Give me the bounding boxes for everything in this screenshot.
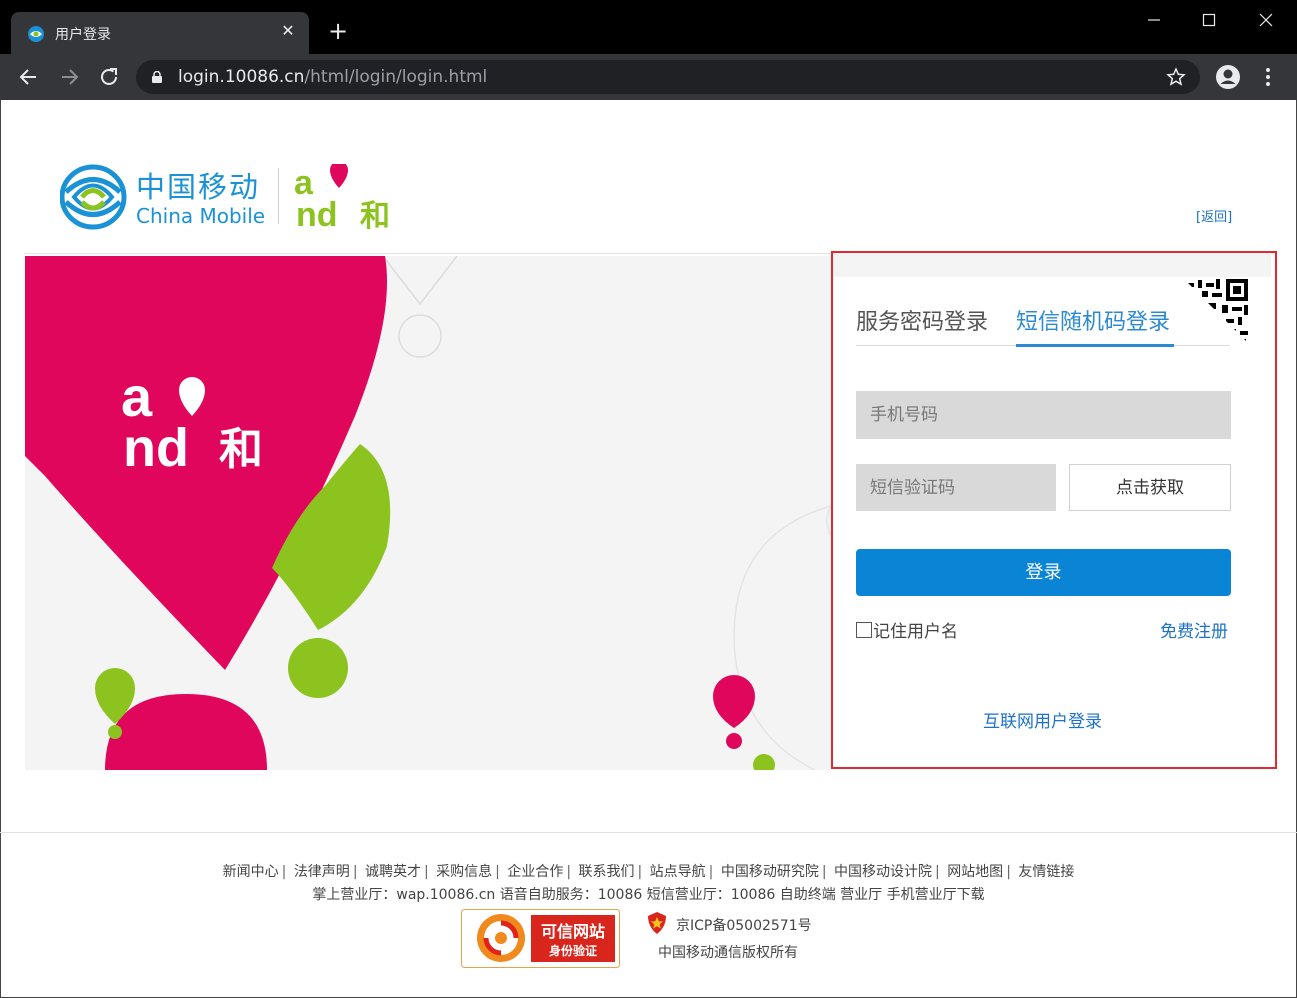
footer-link-design[interactable]: 中国移动设计院 <box>834 864 932 880</box>
banner-small-green-dot <box>108 725 122 739</box>
bookmark-star-icon[interactable] <box>1166 67 1186 87</box>
banner-small-pink-dot <box>726 733 742 749</box>
footer-link-research[interactable]: 中国移动研究院 <box>721 864 819 880</box>
forward-arrow-icon[interactable] <box>56 64 82 90</box>
china-mobile-logo-icon <box>60 164 127 230</box>
new-tab-button[interactable]: + <box>326 19 350 43</box>
browser-tab[interactable]: 用户登录 ✕ <box>11 12 309 54</box>
logo-divider <box>278 168 279 224</box>
banner-illustration: a nd 和 <box>25 256 831 770</box>
banner-deco-ring <box>398 314 442 358</box>
promo-banner: a nd 和 <box>25 256 831 770</box>
banner-he-text: 和 <box>219 424 263 475</box>
footer-links: 新闻中心 | 法律声明 | 诚聘英才 | 采购信息 | 企业合作 | 联系我们 | 站点导航… <box>222 864 1075 880</box>
browser-menu-icon[interactable] <box>1258 64 1278 90</box>
lock-icon <box>152 71 162 83</box>
copyright-text: 中国移动通信版权所有 <box>658 945 798 961</box>
free-register-link[interactable]: 免费注册 <box>1160 617 1228 642</box>
logo-chinese-text: 中国移动 <box>136 170 261 204</box>
remember-username[interactable]: 记住用户名 <box>856 617 958 642</box>
remember-checkbox[interactable] <box>856 622 872 638</box>
banner-small-pink-pin <box>713 675 755 728</box>
banner-green-circle <box>288 638 348 698</box>
sms-code-input[interactable] <box>856 464 1056 511</box>
footer-link-friends[interactable]: 友情链接 <box>1018 864 1074 880</box>
logo-english-text: China Mobile <box>136 204 266 228</box>
reload-icon[interactable] <box>96 64 122 90</box>
url-host: login.10086.cn <box>178 67 305 87</box>
browser-titlebar: 用户登录 ✕ + <box>0 0 1297 54</box>
tab-sms-login[interactable]: 短信随机码登录 <box>1016 304 1170 336</box>
brand-and-text-bottom: nd <box>296 196 338 230</box>
phone-number-input[interactable] <box>856 391 1231 439</box>
tab-title: 用户登录 <box>55 27 111 43</box>
footer-link-contact[interactable]: 联系我们 <box>579 864 635 880</box>
qr-code-icon[interactable] <box>1182 277 1250 345</box>
icp-license[interactable]: 京ICP备05002571号 <box>676 915 812 935</box>
banner-deco-chevron <box>382 256 458 306</box>
trust-badge-line2: 身份验证 <box>549 943 597 958</box>
window-close-icon[interactable] <box>1251 6 1281 34</box>
footer-link-sitemap[interactable]: 网站地图 <box>947 864 1003 880</box>
active-tab-indicator <box>1016 344 1174 347</box>
get-sms-code-button[interactable]: 点击获取 <box>1069 464 1231 511</box>
remember-label: 记住用户名 <box>873 622 958 642</box>
url-text: login.10086.cn/html/login/login.html <box>178 67 487 87</box>
footer-link-cooperation[interactable]: 企业合作 <box>507 864 563 880</box>
footer-link-site-nav[interactable]: 站点导航 <box>650 864 706 880</box>
profile-avatar-icon[interactable] <box>1215 64 1241 90</box>
brand-he-text: 和 <box>360 199 390 230</box>
footer-link-legal[interactable]: 法律声明 <box>294 864 350 880</box>
minimize-icon[interactable] <box>1139 6 1169 34</box>
tab-close-icon[interactable]: ✕ <box>277 20 299 42</box>
footer-link-careers[interactable]: 诚聘英才 <box>365 864 421 880</box>
login-button[interactable]: 登录 <box>856 549 1231 596</box>
and-he-brand-logo: a nd 和 <box>294 164 390 230</box>
internet-user-login-link[interactable]: 互联网用户登录 <box>983 707 1102 732</box>
footer-divider <box>0 832 1297 833</box>
police-badge-icon <box>648 912 666 934</box>
banner-deco-arc <box>733 505 831 770</box>
trust-badge-line1: 可信网站 <box>541 922 605 941</box>
trusted-site-badge[interactable]: 可信网站 身份验证 <box>461 909 620 968</box>
footer-link-procurement[interactable]: 采购信息 <box>436 864 492 880</box>
maximize-icon[interactable] <box>1194 6 1224 34</box>
footer-services: 掌上营业厅：wap.10086.cn 语音自助服务：10086 短信营业厅：10… <box>312 887 985 903</box>
footer-link-news[interactable]: 新闻中心 <box>223 864 279 880</box>
back-arrow-icon[interactable] <box>16 64 42 90</box>
china-mobile-favicon-icon <box>28 26 44 42</box>
address-bar[interactable]: login.10086.cn/html/login/login.html <box>136 60 1200 94</box>
banner-small-green-circle <box>753 754 775 770</box>
url-path: /html/login/login.html <box>304 67 488 87</box>
tab-password-login[interactable]: 服务密码登录 <box>856 304 988 336</box>
browser-toolbar: login.10086.cn/html/login/login.html <box>0 54 1297 100</box>
back-link[interactable]: [返回] <box>1196 206 1232 225</box>
banner-and-text-bottom: nd <box>123 418 189 478</box>
site-logo[interactable]: 中国移动 China Mobile a nd 和 <box>60 162 405 232</box>
brand-pink-drop-icon <box>330 164 348 188</box>
